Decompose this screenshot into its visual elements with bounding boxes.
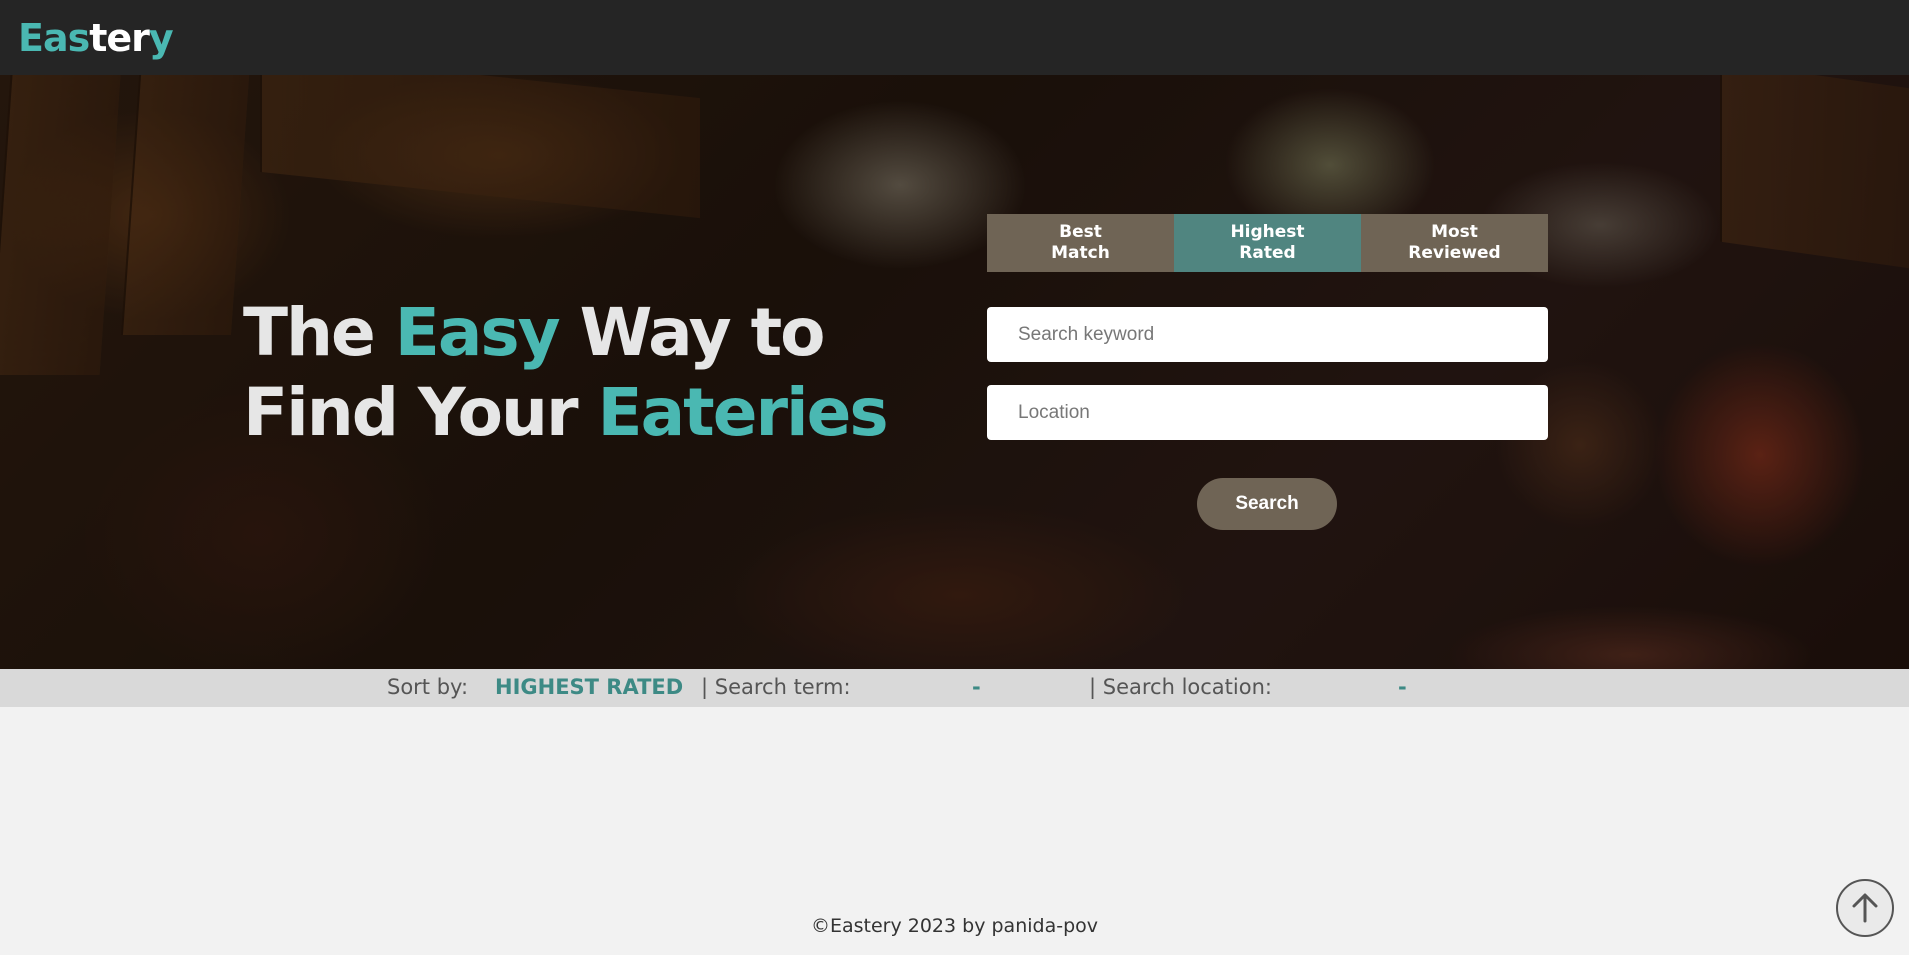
- search-keyword-input[interactable]: [987, 307, 1548, 362]
- tab-best-match[interactable]: Best Match: [987, 214, 1174, 272]
- tab-highest-rated-label: Highest Rated: [1230, 222, 1305, 263]
- navbar: Eastery: [0, 0, 1909, 75]
- footer: ©Eastery 2023 by panida-pov: [0, 915, 1909, 937]
- tab-most-reviewed-label: Most Reviewed: [1408, 222, 1501, 263]
- logo[interactable]: Eastery: [18, 15, 174, 60]
- tab-best-match-label: Best Match: [1051, 222, 1110, 263]
- location-input[interactable]: [987, 385, 1548, 440]
- sort-by-value: HIGHEST RATED: [495, 675, 684, 699]
- search-status-bar: Sort by: HIGHEST RATED | Search term: - …: [0, 669, 1909, 707]
- scroll-to-top-button[interactable]: [1836, 879, 1894, 937]
- search-term-label: | Search term:: [701, 675, 851, 699]
- logo-part-y: y: [148, 15, 174, 60]
- hero-headline: The Easy Way to Find Your Eateries: [243, 293, 889, 453]
- tab-highest-rated[interactable]: Highest Rated: [1174, 214, 1361, 272]
- headline-word-find-your: Find Your: [243, 374, 598, 451]
- sort-by-label: Sort by:: [387, 675, 469, 699]
- sort-tabs: Best Match Highest Rated Most Reviewed: [987, 214, 1548, 272]
- hero-section: The Easy Way to Find Your Eateries Best M…: [0, 75, 1909, 669]
- headline-word-easy: Easy: [394, 294, 561, 371]
- headline-word-eateries: Eateries: [597, 374, 889, 451]
- headline-word-the: The: [243, 294, 395, 371]
- search-location-label: | Search location:: [1089, 675, 1272, 699]
- footer-text: Eastery 2023 by panida-pov: [829, 915, 1099, 937]
- search-button[interactable]: Search: [1197, 478, 1337, 530]
- logo-part-ter: ter: [89, 15, 150, 60]
- tab-most-reviewed[interactable]: Most Reviewed: [1361, 214, 1548, 272]
- search-term-value: -: [972, 675, 981, 699]
- logo-part-eas: Eas: [18, 15, 90, 60]
- arrow-up-icon: [1852, 893, 1878, 923]
- copyright-icon: ©: [810, 915, 830, 937]
- search-location-value: -: [1398, 675, 1407, 699]
- headline-word-way-to: Way to: [558, 294, 826, 371]
